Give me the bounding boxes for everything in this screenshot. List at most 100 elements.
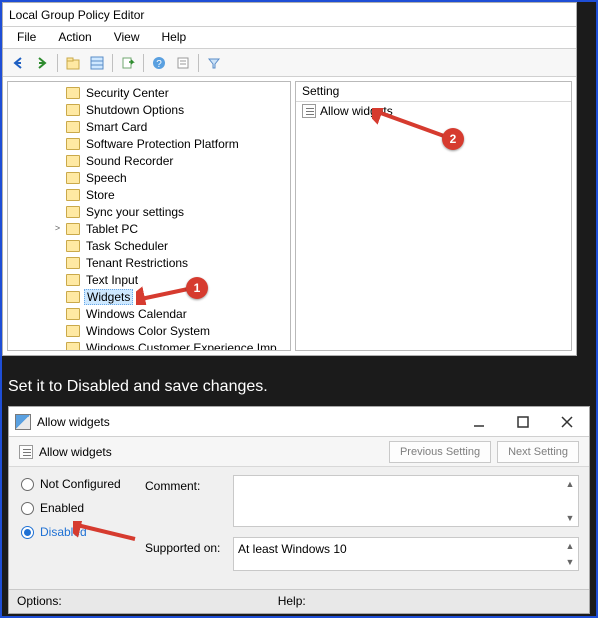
folder-icon: [66, 325, 80, 337]
forward-arrow-icon[interactable]: [31, 52, 53, 74]
folder-icon: [66, 342, 80, 352]
minimize-button[interactable]: [457, 407, 501, 437]
tree-item[interactable]: Windows Calendar: [8, 305, 290, 322]
up-level-icon[interactable]: [62, 52, 84, 74]
tree-item-label: Smart Card: [84, 120, 149, 134]
dialog-footer: Options: Help:: [9, 589, 589, 613]
svg-text:?: ?: [156, 59, 162, 70]
tree-item[interactable]: Sound Recorder: [8, 152, 290, 169]
folder-icon: [66, 104, 80, 116]
folder-icon: [66, 308, 80, 320]
folder-icon: [66, 206, 80, 218]
radio-group: Not Configured Enabled Disabled: [21, 475, 145, 571]
scroll-up-icon[interactable]: ▲: [562, 476, 578, 492]
settings-pane[interactable]: Setting Allow widgets 2: [295, 81, 572, 351]
tree-item[interactable]: Store: [8, 186, 290, 203]
tree-item-label: Windows Customer Experience Imp: [84, 341, 279, 352]
radio-icon: [21, 526, 34, 539]
dialog-title: Allow widgets: [37, 415, 110, 429]
comment-textarea[interactable]: ▲ ▼: [233, 475, 579, 527]
folder-icon: [66, 189, 80, 201]
tree-item-label: Shutdown Options: [84, 103, 186, 117]
annotation-badge-1: 1: [186, 277, 208, 299]
previous-setting-button[interactable]: Previous Setting: [389, 441, 491, 463]
radio-disabled[interactable]: Disabled: [21, 525, 145, 539]
radio-label: Disabled: [40, 525, 87, 539]
tree-item[interactable]: Shutdown Options: [8, 101, 290, 118]
menu-file[interactable]: File: [7, 29, 46, 46]
tree-item-label: Software Protection Platform: [84, 137, 241, 151]
chevron-right-icon[interactable]: ˃: [52, 223, 63, 234]
policy-icon: [19, 445, 33, 459]
tree-item-label: Task Scheduler: [84, 239, 170, 253]
tree-item-label: Speech: [84, 171, 129, 185]
tree-item-label: Windows Color System: [84, 324, 212, 338]
folder-icon: [66, 172, 80, 184]
tree-item[interactable]: Widgets: [8, 288, 290, 305]
policy-icon: [302, 104, 316, 118]
radio-enabled[interactable]: Enabled: [21, 501, 145, 515]
tree-item[interactable]: ˃Tablet PC: [8, 220, 290, 237]
radio-icon: [21, 502, 34, 515]
radio-not-configured[interactable]: Not Configured: [21, 477, 145, 491]
tree-item[interactable]: Tenant Restrictions: [8, 254, 290, 271]
menu-help[interactable]: Help: [152, 29, 197, 46]
gpedit-window: Local Group Policy Editor File Action Vi…: [2, 2, 577, 356]
instruction-caption: Set it to Disabled and save changes.: [8, 378, 268, 396]
next-setting-button[interactable]: Next Setting: [497, 441, 579, 463]
folder-icon: [66, 240, 80, 252]
tree-item-label: Widgets: [84, 289, 133, 305]
toolbar-sep: [112, 54, 113, 72]
close-button[interactable]: [545, 407, 589, 437]
scroll-up-icon[interactable]: ▲: [562, 538, 578, 554]
comment-label: Comment:: [145, 475, 225, 493]
properties-icon[interactable]: [172, 52, 194, 74]
tree-item-label: Sound Recorder: [84, 154, 175, 168]
tree-item[interactable]: Smart Card: [8, 118, 290, 135]
tree-item-label: Store: [84, 188, 117, 202]
radio-icon: [21, 478, 34, 491]
tree-item[interactable]: Software Protection Platform: [8, 135, 290, 152]
allow-widgets-window: Allow widgets Allow widgets Previous Set…: [8, 406, 590, 614]
filter-icon[interactable]: [203, 52, 225, 74]
tree-item[interactable]: Sync your settings: [8, 203, 290, 220]
radio-label: Not Configured: [40, 477, 121, 491]
supported-on-value: At least Windows 10: [234, 538, 578, 560]
export-icon[interactable]: [117, 52, 139, 74]
folder-icon: [66, 87, 80, 99]
toolbar: ?: [3, 49, 576, 77]
tree-item-label: Windows Calendar: [84, 307, 189, 321]
back-arrow-icon[interactable]: [7, 52, 29, 74]
tree-item-label: Sync your settings: [84, 205, 186, 219]
tree-item-label: Tenant Restrictions: [84, 256, 190, 270]
menu-action[interactable]: Action: [48, 29, 101, 46]
tree-item[interactable]: Windows Color System: [8, 322, 290, 339]
tree-item[interactable]: Speech: [8, 169, 290, 186]
comment-value: [234, 476, 578, 484]
setting-row[interactable]: Allow widgets: [296, 102, 571, 120]
folder-icon: [66, 223, 80, 235]
scroll-down-icon[interactable]: ▼: [562, 510, 578, 526]
tree-pane[interactable]: Security Center Shutdown Options Smart Car…: [7, 81, 291, 351]
list-view-icon[interactable]: [86, 52, 108, 74]
tree-item[interactable]: Task Scheduler: [8, 237, 290, 254]
toolbar-sep: [143, 54, 144, 72]
maximize-button[interactable]: [501, 407, 545, 437]
menu-view[interactable]: View: [104, 29, 150, 46]
help-icon[interactable]: ?: [148, 52, 170, 74]
setting-label: Allow widgets: [320, 104, 393, 118]
policy-icon: [15, 414, 31, 430]
tree-item[interactable]: Windows Customer Experience Imp: [8, 339, 290, 351]
folder-icon: [66, 274, 80, 286]
options-label: Options:: [9, 590, 70, 613]
tree-item[interactable]: Security Center: [8, 84, 290, 101]
folder-icon: [66, 291, 80, 303]
folder-icon: [66, 138, 80, 150]
toolbar-sep: [198, 54, 199, 72]
window-title: Local Group Policy Editor: [3, 3, 576, 27]
supported-on-label: Supported on:: [145, 537, 225, 555]
scroll-down-icon[interactable]: ▼: [562, 554, 578, 570]
folder-icon: [66, 257, 80, 269]
tree-item[interactable]: Text Input: [8, 271, 290, 288]
settings-column-header[interactable]: Setting: [296, 82, 571, 102]
